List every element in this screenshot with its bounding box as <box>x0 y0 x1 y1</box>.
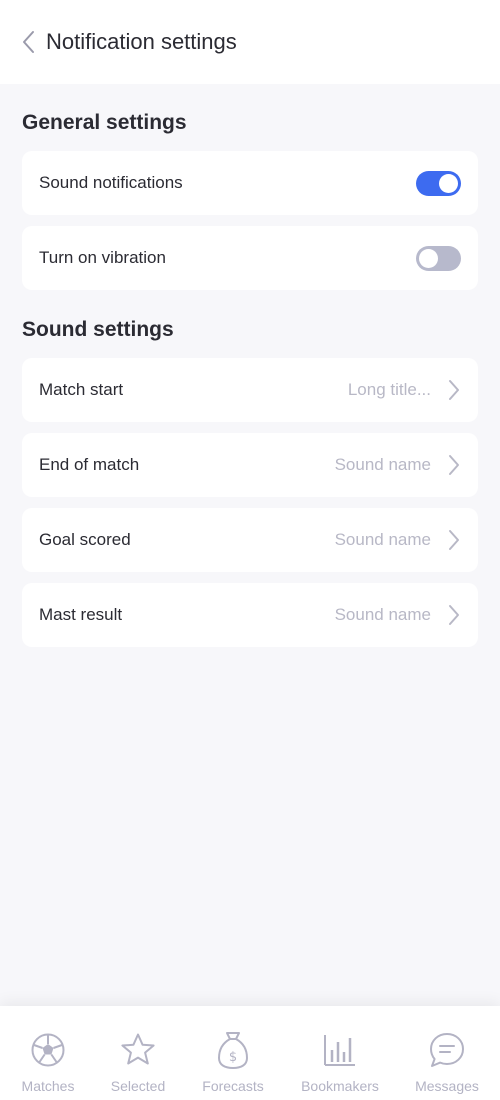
nav-label: Bookmakers <box>301 1078 379 1094</box>
soccer-ball-icon <box>28 1030 68 1070</box>
row-value: Long title... <box>347 380 431 399</box>
nav-label: Messages <box>415 1078 479 1094</box>
chevron-right-icon <box>447 529 461 551</box>
match-start-row[interactable]: Match start Long title... <box>22 358 478 422</box>
chat-bubble-icon <box>427 1030 467 1070</box>
nav-item-bookmakers[interactable]: Bookmakers <box>295 1006 385 1100</box>
svg-text:$: $ <box>229 1050 237 1065</box>
toggle-knob <box>419 248 438 268</box>
vibration-row: Turn on vibration <box>22 226 478 290</box>
header-bar: Notification settings <box>0 0 500 84</box>
row-value: Sound name <box>334 530 431 549</box>
row-value: Sound name <box>334 455 431 474</box>
general-settings-title: General settings <box>22 111 187 134</box>
nav-label: Matches <box>21 1078 75 1094</box>
chevron-right-icon <box>447 379 461 401</box>
sound-notifications-row: Sound notifications <box>22 151 478 215</box>
goal-scored-row[interactable]: Goal scored Sound name <box>22 508 478 572</box>
notification-settings-screen: Notification settings General settings S… <box>0 0 500 1100</box>
row-label: Turn on vibration <box>39 248 166 267</box>
money-bag-icon: $ <box>213 1030 253 1070</box>
star-icon <box>118 1030 158 1070</box>
row-label: Mast result <box>39 605 123 624</box>
row-label: Goal scored <box>39 530 131 549</box>
row-label: End of match <box>39 455 140 474</box>
page-title: Notification settings <box>46 29 237 54</box>
nav-label: Selected <box>110 1078 166 1094</box>
nav-item-forecasts[interactable]: $ Forecasts <box>193 1006 273 1100</box>
bar-chart-icon <box>320 1030 360 1070</box>
end-of-match-row[interactable]: End of match Sound name <box>22 433 478 497</box>
back-button[interactable] <box>14 26 42 58</box>
chevron-right-icon <box>447 604 461 626</box>
chevron-left-icon <box>23 31 34 53</box>
toggle-knob <box>439 173 458 193</box>
sound-notifications-toggle[interactable] <box>416 170 461 196</box>
bottom-navigation: Matches Selected $ Forecasts Bookmakers … <box>0 1006 500 1100</box>
vibration-toggle[interactable] <box>416 245 461 271</box>
nav-item-selected[interactable]: Selected <box>98 1006 178 1100</box>
sound-settings-title: Sound settings <box>22 318 174 341</box>
nav-item-messages[interactable]: Messages <box>407 1006 487 1100</box>
row-value: Sound name <box>334 605 431 624</box>
row-label: Sound notifications <box>39 173 183 192</box>
nav-item-matches[interactable]: Matches <box>8 1006 88 1100</box>
mast-result-row[interactable]: Mast result Sound name <box>22 583 478 647</box>
chevron-right-icon <box>447 454 461 476</box>
row-label: Match start <box>39 380 124 399</box>
nav-label: Forecasts <box>202 1078 264 1094</box>
